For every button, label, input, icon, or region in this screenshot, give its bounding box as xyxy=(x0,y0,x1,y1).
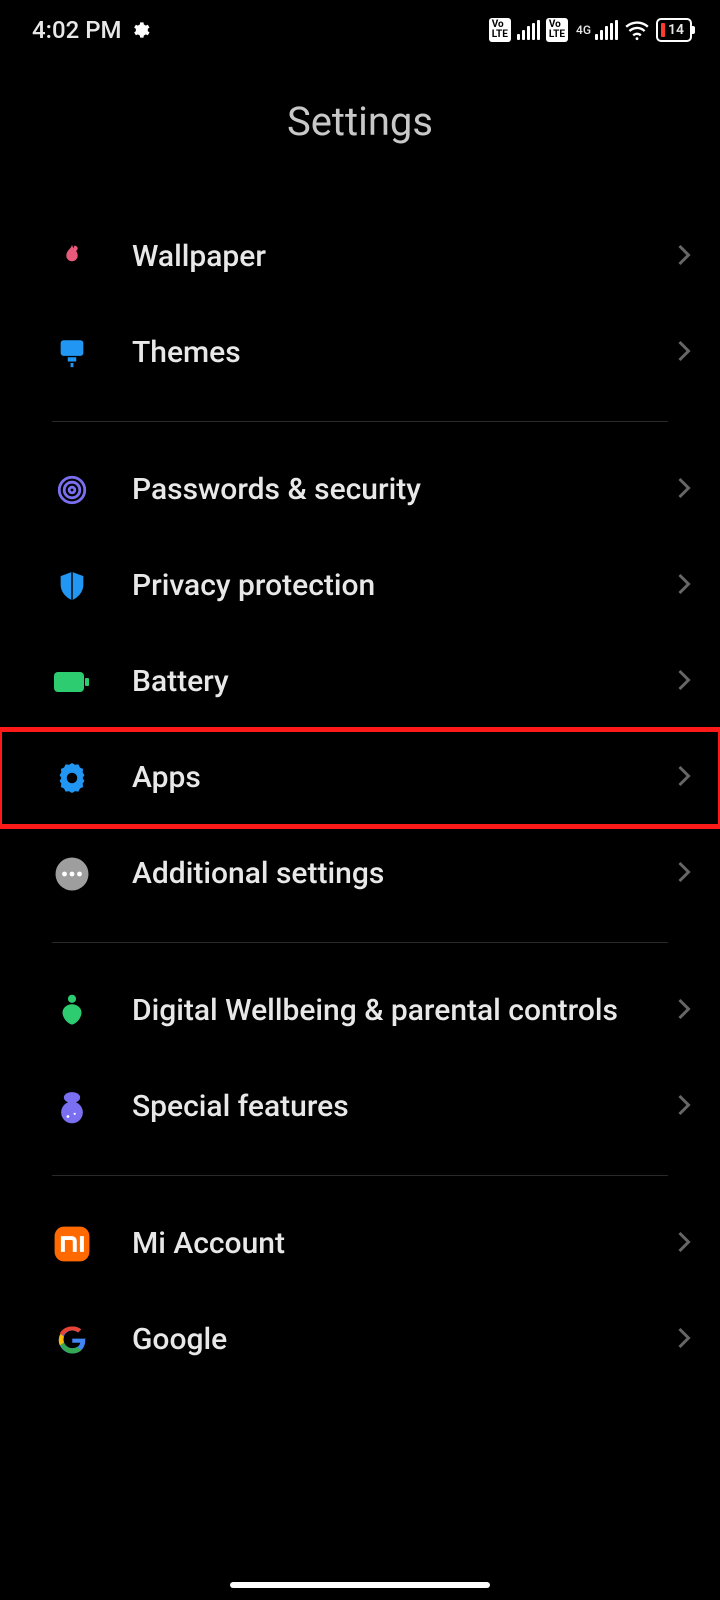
signal-icon xyxy=(517,20,540,40)
more-icon xyxy=(52,854,92,894)
settings-item-label: Additional settings xyxy=(132,855,636,893)
chevron-right-icon xyxy=(676,764,692,792)
divider xyxy=(52,942,668,943)
mi-logo-icon xyxy=(52,1224,92,1264)
chevron-right-icon xyxy=(676,572,692,600)
wifi-icon xyxy=(624,19,650,41)
settings-item-battery[interactable]: Battery xyxy=(0,634,720,730)
settings-item-privacy-protection[interactable]: Privacy protection xyxy=(0,538,720,634)
network-type: 4G xyxy=(576,23,591,37)
chevron-right-icon xyxy=(676,339,692,367)
status-right: VoLTE VoLTE 4G 14 xyxy=(489,18,692,42)
shield-icon xyxy=(52,566,92,606)
settings-item-label: Digital Wellbeing & parental controls xyxy=(132,992,636,1030)
status-bar: 4:02 PM VoLTE VoLTE 4G 14 xyxy=(0,0,720,60)
volte-icon: VoLTE xyxy=(489,18,511,42)
volte-icon-2: VoLTE xyxy=(546,18,568,42)
divider xyxy=(52,1175,668,1176)
chevron-right-icon xyxy=(676,1326,692,1354)
battery-level: 14 xyxy=(668,22,684,38)
google-logo-icon xyxy=(52,1320,92,1360)
settings-item-wallpaper[interactable]: Wallpaper xyxy=(0,209,720,305)
page-title: Settings xyxy=(0,60,720,209)
chevron-right-icon xyxy=(676,1093,692,1121)
chevron-right-icon xyxy=(676,1230,692,1258)
apps-gear-icon xyxy=(52,758,92,798)
settings-item-label: Mi Account xyxy=(132,1225,636,1263)
special-features-icon xyxy=(52,1087,92,1127)
status-left: 4:02 PM xyxy=(32,16,150,44)
battery-icon xyxy=(52,662,92,702)
divider xyxy=(52,421,668,422)
wallpaper-icon xyxy=(52,237,92,277)
settings-item-label: Special features xyxy=(132,1088,636,1126)
settings-item-themes[interactable]: Themes xyxy=(0,305,720,401)
settings-item-label: Wallpaper xyxy=(132,238,636,276)
settings-item-label: Apps xyxy=(132,759,636,797)
chevron-right-icon xyxy=(676,997,692,1025)
settings-item-label: Google xyxy=(132,1321,636,1359)
settings-item-special-features[interactable]: Special features xyxy=(0,1059,720,1155)
chevron-right-icon xyxy=(676,476,692,504)
signal-icon-2 xyxy=(595,20,618,40)
settings-item-label: Passwords & security xyxy=(132,471,636,509)
themes-icon xyxy=(52,333,92,373)
wellbeing-icon xyxy=(52,991,92,1031)
fingerprint-icon xyxy=(52,470,92,510)
settings-item-mi-account[interactable]: Mi Account xyxy=(0,1196,720,1292)
settings-item-digital-wellbeing[interactable]: Digital Wellbeing & parental controls xyxy=(0,963,720,1059)
chevron-right-icon xyxy=(676,668,692,696)
chevron-right-icon xyxy=(676,243,692,271)
home-indicator[interactable] xyxy=(230,1582,490,1588)
settings-item-google[interactable]: Google xyxy=(0,1292,720,1360)
settings-list: Wallpaper Themes Passwords & security Pr… xyxy=(0,209,720,1360)
settings-item-apps[interactable]: Apps xyxy=(0,730,720,826)
settings-running-icon xyxy=(130,20,150,40)
settings-item-label: Themes xyxy=(132,334,636,372)
settings-item-label: Privacy protection xyxy=(132,567,636,605)
settings-item-label: Battery xyxy=(132,663,636,701)
chevron-right-icon xyxy=(676,860,692,888)
settings-item-additional-settings[interactable]: Additional settings xyxy=(0,826,720,922)
battery-icon: 14 xyxy=(656,18,692,42)
status-time: 4:02 PM xyxy=(32,16,122,44)
settings-item-passwords-security[interactable]: Passwords & security xyxy=(0,442,720,538)
